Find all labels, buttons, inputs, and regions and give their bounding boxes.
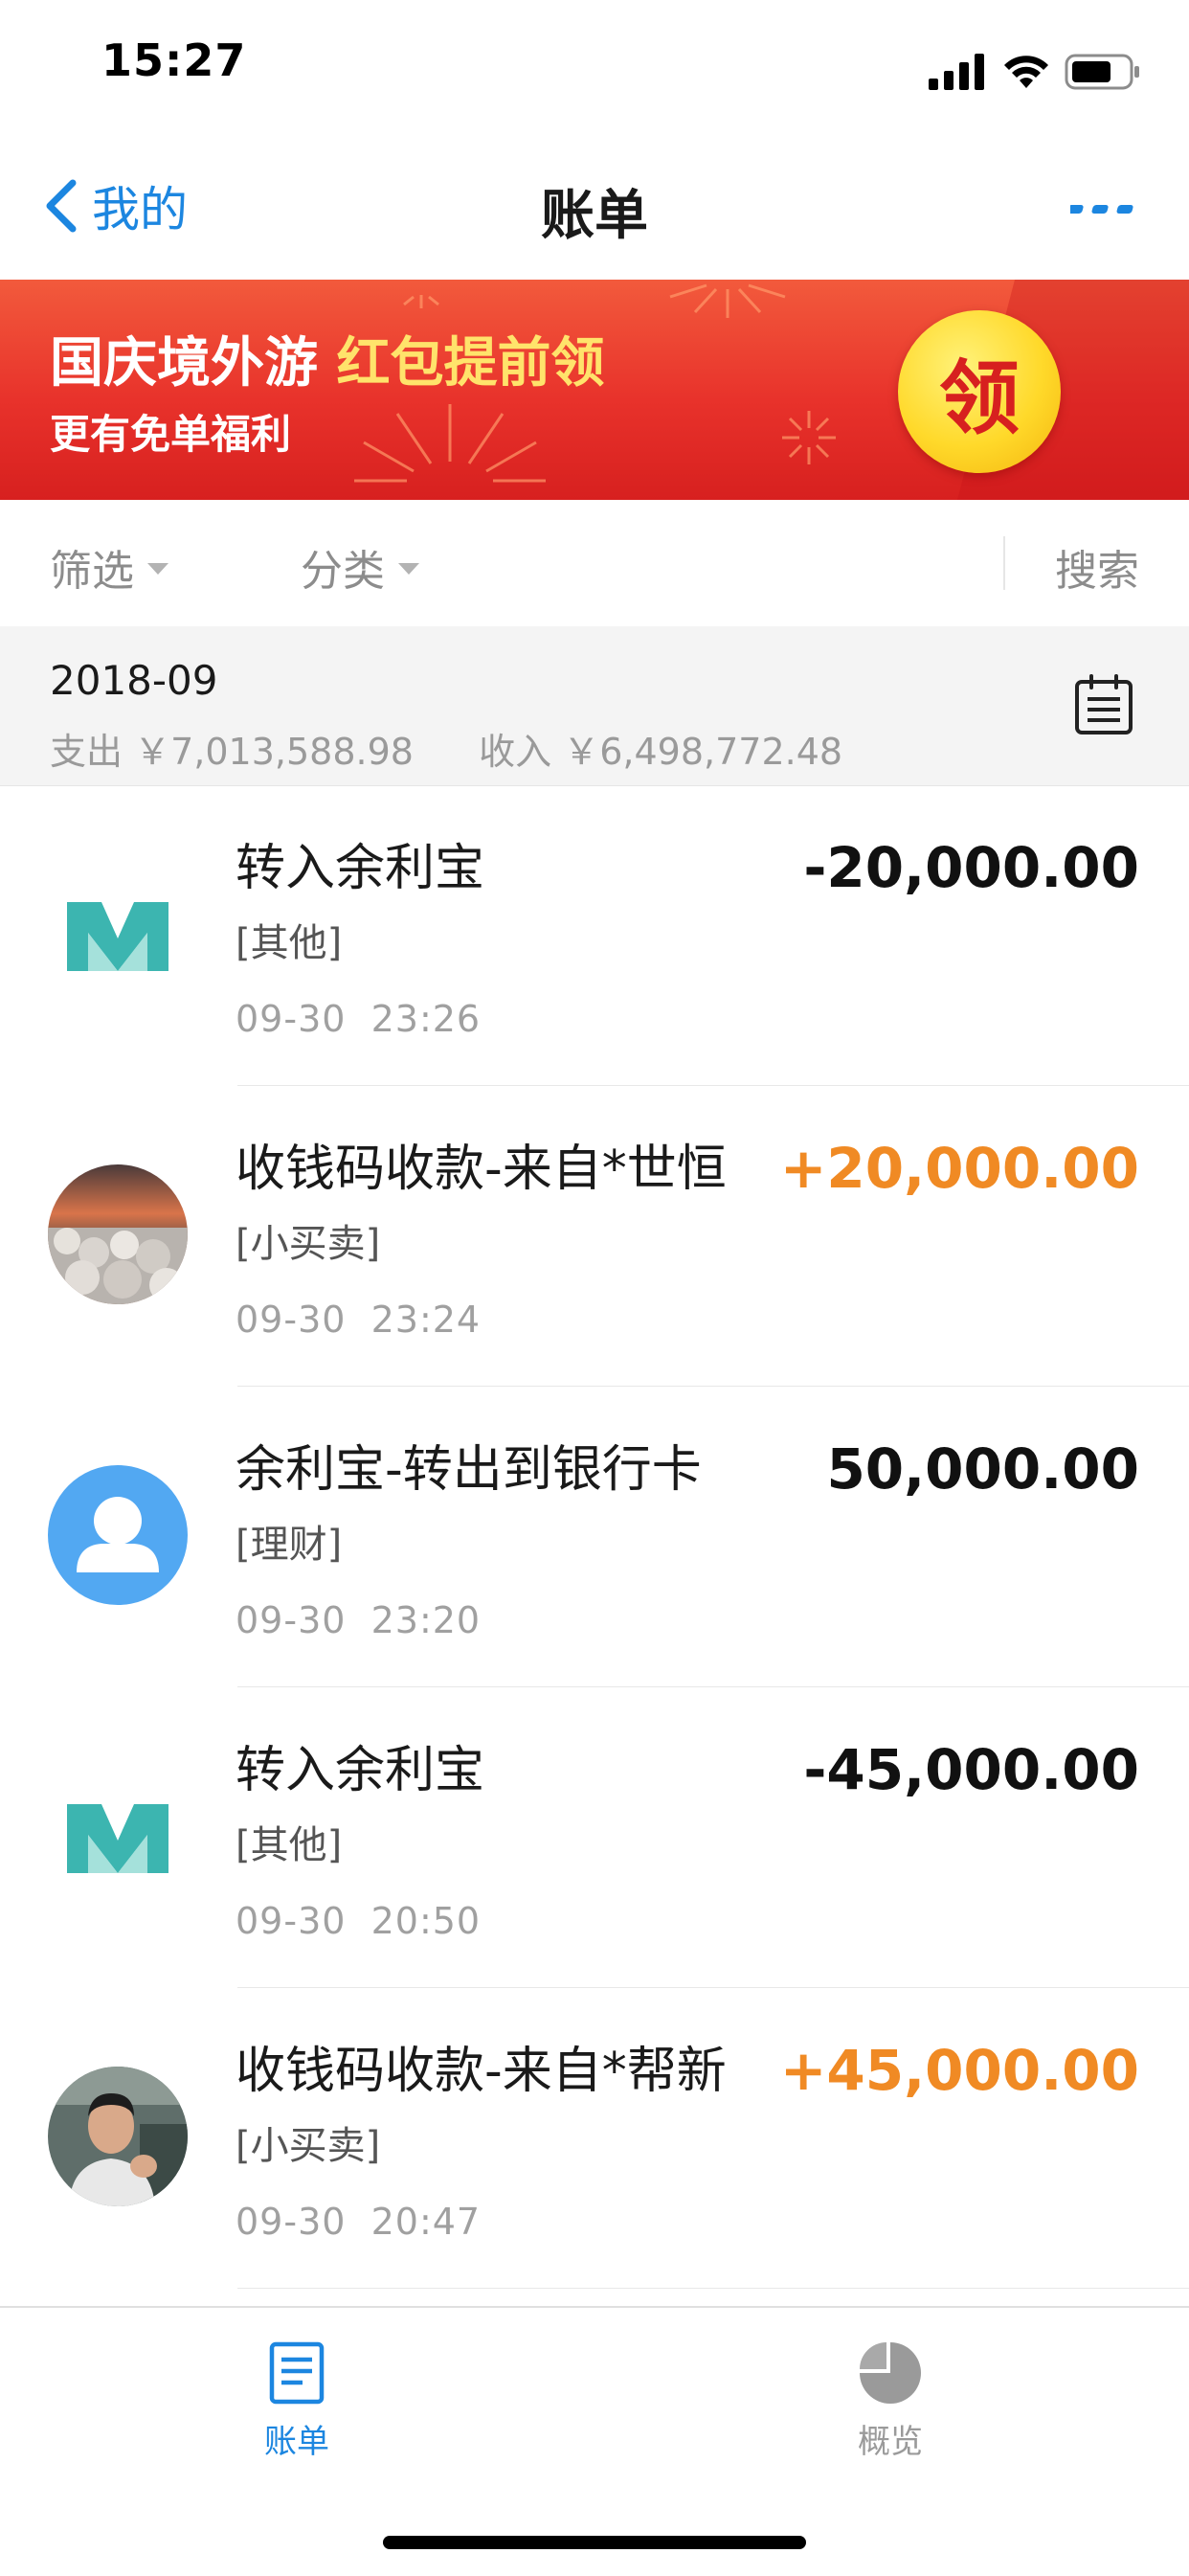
bottom-tab-bar: 账单 概览	[0, 2306, 1189, 2576]
battery-icon	[1065, 54, 1139, 90]
transaction-date: 09-30	[236, 1299, 347, 1341]
transaction-title: 余利宝-转出到银行卡	[236, 1441, 702, 1499]
caret-down-icon	[398, 563, 419, 575]
expense-label: 支出	[50, 731, 123, 773]
transaction-date: 09-30	[236, 998, 347, 1040]
banner-headline-highlight: 红包提前领	[336, 332, 605, 395]
month-totals: 支出 ￥7,013,588.98 收入 ￥6,498,772.48	[50, 722, 842, 775]
transaction-title: 收钱码收款-来自*世恒	[236, 1141, 727, 1198]
transaction-date: 09-30	[236, 2201, 347, 2243]
banner-subline: 更有免单福利	[50, 411, 292, 458]
default-user-icon	[48, 1465, 188, 1605]
category-dropdown[interactable]: 分类	[301, 536, 419, 598]
mybank-logo-icon	[48, 864, 188, 1004]
transaction-row[interactable]: 转入余利宝 [其他] 09-30 20:50 -45,000.00	[0, 1687, 1189, 1988]
income-total: ￥6,498,772.48	[563, 731, 843, 773]
transaction-row[interactable]: 收钱码收款-来自*帮新 [小买卖] 09-30 20:47 +45,000.00	[0, 1988, 1189, 2289]
promo-banner[interactable]: 国庆境外游 红包提前领 更有免单福利 领	[0, 280, 1189, 500]
transaction-clock: 23:20	[370, 1599, 482, 1641]
income-label: 收入	[479, 731, 552, 773]
divider	[237, 2288, 1189, 2289]
claim-button[interactable]: 领	[898, 310, 1061, 473]
transaction-time: 09-30 20:47	[236, 2201, 481, 2243]
transaction-time: 09-30 23:24	[236, 1299, 481, 1341]
navigation-bar: 我的 账单	[0, 134, 1189, 280]
cellular-signal-icon	[929, 54, 984, 90]
search-button[interactable]: 搜索	[1055, 536, 1139, 598]
transaction-title: 收钱码收款-来自*帮新	[236, 2043, 727, 2100]
category-label: 分类	[301, 547, 385, 596]
tab-overview-label: 概览	[858, 2423, 923, 2461]
tab-overview[interactable]: 概览	[795, 2340, 986, 2462]
transaction-clock: 23:26	[370, 998, 482, 1040]
transaction-time: 09-30 23:20	[236, 1599, 481, 1641]
transaction-row[interactable]: 收钱码收款-来自*世恒 [小买卖] 09-30 23:24 +20,000.00	[0, 1086, 1189, 1387]
transaction-title: 转入余利宝	[236, 840, 485, 897]
expense-total: ￥7,013,588.98	[134, 731, 414, 773]
transaction-clock: 20:47	[370, 2201, 482, 2243]
filter-bar: 筛选 分类 搜索	[0, 500, 1189, 628]
filter-label: 筛选	[50, 547, 134, 596]
transaction-category: [其他]	[236, 921, 343, 965]
filter-dropdown[interactable]: 筛选	[50, 536, 168, 598]
transaction-amount: -45,000.00	[803, 1737, 1139, 1802]
person-photo-avatar	[48, 2067, 188, 2206]
month-summary-header: 2018-09 支出 ￥7,013,588.98 收入 ￥6,498,772.4…	[0, 626, 1189, 786]
month-label[interactable]: 2018-09	[50, 657, 218, 704]
transaction-clock: 23:24	[370, 1299, 482, 1341]
caret-down-icon	[147, 563, 168, 575]
transaction-amount: 50,000.00	[826, 1436, 1139, 1502]
transaction-time: 09-30 20:50	[236, 1900, 481, 1942]
transaction-category: [理财]	[236, 1523, 343, 1567]
transaction-category: [小买卖]	[236, 2124, 381, 2168]
transaction-date: 09-30	[236, 1599, 347, 1641]
transaction-row[interactable]: 转入余利宝 [其他] 09-30 23:26 -20,000.00	[0, 785, 1189, 1086]
transaction-title: 转入余利宝	[236, 1742, 485, 1799]
tab-bill[interactable]: 账单	[201, 2340, 393, 2462]
bill-list-icon	[269, 2341, 325, 2405]
banner-headline-main: 国庆境外游	[50, 332, 318, 395]
more-options-icon[interactable]	[1070, 192, 1139, 226]
status-bar: 15:27	[0, 0, 1189, 134]
transaction-amount: -20,000.00	[803, 835, 1139, 900]
status-time: 15:27	[101, 34, 247, 86]
page-title: 账单	[541, 185, 648, 247]
tab-bill-label: 账单	[264, 2423, 329, 2461]
transaction-amount: +20,000.00	[779, 1136, 1139, 1201]
transaction-list: 转入余利宝 [其他] 09-30 23:26 -20,000.00 收钱码收款-…	[0, 785, 1189, 2289]
divider	[1003, 536, 1005, 590]
transaction-category: [小买卖]	[236, 1222, 381, 1266]
monthly-statement-icon[interactable]	[1074, 674, 1133, 735]
transaction-time: 09-30 23:26	[236, 998, 481, 1040]
home-indicator[interactable]	[383, 2536, 806, 2549]
pie-chart-icon	[860, 2342, 921, 2404]
transaction-date: 09-30	[236, 1900, 347, 1942]
transaction-amount: +45,000.00	[779, 2038, 1139, 2103]
transaction-category: [其他]	[236, 1823, 343, 1867]
mybank-logo-icon	[48, 1766, 188, 1906]
wifi-icon	[1004, 56, 1048, 88]
transaction-clock: 20:50	[370, 1900, 482, 1942]
sunset-photo-avatar	[48, 1164, 188, 1304]
transaction-row[interactable]: 余利宝-转出到银行卡 [理财] 09-30 23:20 50,000.00	[0, 1387, 1189, 1687]
banner-headline: 国庆境外游 红包提前领	[50, 320, 605, 397]
